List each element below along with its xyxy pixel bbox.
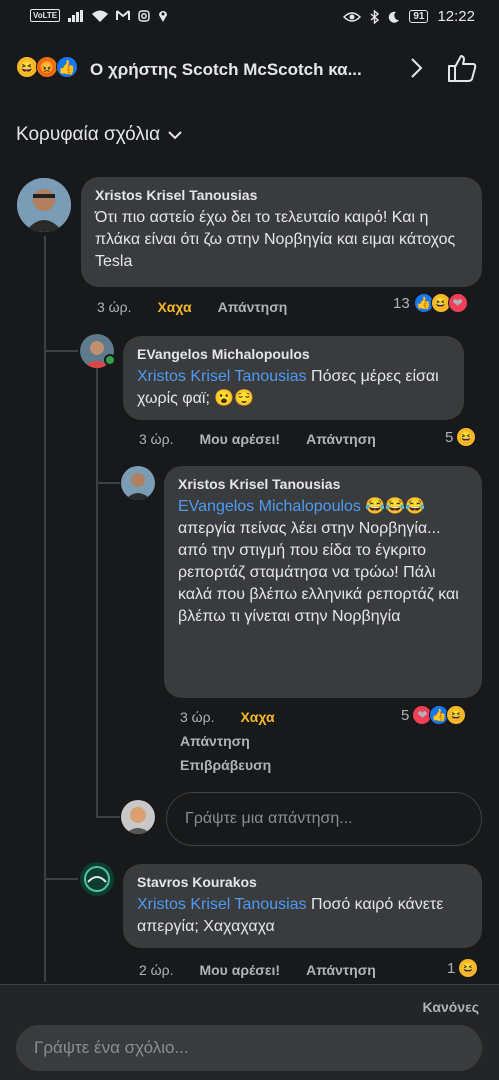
reply-button[interactable]: Απάντηση	[180, 733, 250, 749]
reaction-count: 13	[393, 294, 410, 312]
comment-time: 2 ώρ.	[139, 962, 174, 978]
reaction-button[interactable]: Χαχα	[240, 709, 274, 725]
angry-emoji-icon: 😡	[36, 56, 58, 78]
mention-link[interactable]: Xristos Krisel Tanousias	[137, 896, 307, 913]
comment-bubble[interactable]: Stavros Kourakos Xristos Krisel Tanousia…	[123, 864, 482, 948]
moon-icon	[389, 11, 400, 23]
haha-icon: 😆	[456, 427, 477, 447]
reply-button[interactable]: Απάντηση	[218, 299, 288, 315]
comment-bubble[interactable]: Xristos Krisel Tanousias EVangelos Micha…	[164, 466, 482, 698]
avatar[interactable]	[121, 466, 155, 500]
current-user-avatar	[121, 800, 155, 834]
comment-actions: 3 ώρ. Χαχα Απάντηση	[97, 299, 287, 315]
heart-icon: ❤	[447, 293, 468, 313]
reaction-count: 1	[447, 959, 456, 977]
comment-actions: 3 ώρ. Χαχα	[180, 709, 275, 725]
comment-input[interactable]: Γράψτε ένα σχόλιο...	[16, 1025, 482, 1071]
volte-indicator: VoLTE	[30, 9, 61, 22]
page-title[interactable]: Ο χρήστης Scotch McScotch κα...	[90, 60, 362, 80]
signal-icon	[68, 9, 84, 22]
reply-input[interactable]: Γράψτε μια απάντηση...	[166, 792, 482, 846]
mention-link[interactable]: Xristos Krisel Tanousias	[137, 368, 307, 385]
thread-line	[44, 236, 46, 982]
haha-icon: 😆	[446, 705, 467, 725]
comment-text: Ότι πιο αστείο έχω δει το τελευταίο καιρ…	[95, 209, 456, 270]
like-button[interactable]: Μου αρέσει!	[199, 431, 280, 447]
thread-branch	[96, 816, 120, 818]
sort-label: Κορυφαία σχόλια	[16, 124, 161, 145]
header-reactions: 😆 😡 👍	[16, 56, 78, 78]
thread-line	[96, 368, 98, 818]
comment-text: EVangelos Michalopoulos 😂😂😂 απεργία πείν…	[178, 498, 459, 625]
comment-bubble[interactable]: Xristos Krisel Tanousias Ότι πιο αστείο …	[81, 177, 482, 287]
avatar[interactable]	[80, 862, 114, 896]
comment-time: 3 ώρ.	[97, 299, 132, 315]
reply-button[interactable]: Απάντηση	[306, 962, 376, 978]
like-emoji-icon: 👍	[56, 56, 78, 78]
reaction-count: 5	[401, 706, 410, 724]
battery-indicator: 91	[409, 10, 429, 23]
bluetooth-icon	[370, 9, 380, 24]
reaction-summary[interactable]: 5 😆	[445, 427, 477, 447]
rules-link[interactable]: Κανόνες	[423, 999, 479, 1015]
mention-link[interactable]: EVangelos Michalopoulos	[178, 498, 361, 515]
comment-bubble[interactable]: EVangelos Michalopoulos Xristos Krisel T…	[123, 336, 464, 420]
comment-composer-bar: Κανόνες Γράψτε ένα σχόλιο...	[0, 984, 499, 1080]
thread-branch	[44, 350, 78, 352]
like-button[interactable]	[446, 52, 478, 84]
comment-sort-dropdown[interactable]: Κορυφαία σχόλια	[16, 124, 182, 146]
avatar[interactable]	[17, 178, 71, 232]
comment-text: Xristos Krisel Tanousias Πόσες μέρες είσ…	[137, 368, 439, 407]
eye-icon	[343, 11, 362, 22]
comment-author[interactable]: Stavros Kourakos	[137, 874, 468, 890]
comment-text: Xristos Krisel Tanousias Ποσό καιρό κάνε…	[137, 896, 444, 935]
thread-branch	[44, 878, 78, 880]
laughing-emoji-icon: 😆	[16, 56, 38, 78]
reaction-count: 5	[445, 428, 454, 446]
comment-author[interactable]: Xristos Krisel Tanousias	[178, 476, 468, 492]
reaction-summary[interactable]: 5 ❤ 👍 😆	[401, 705, 467, 725]
comment-time: 3 ώρ.	[180, 709, 215, 725]
gmail-icon	[116, 10, 131, 20]
reaction-summary[interactable]: 13 👍 😆 ❤	[393, 293, 468, 313]
clock: 12:22	[437, 8, 475, 25]
comment-time: 3 ώρ.	[139, 431, 174, 447]
chevron-down-icon	[168, 131, 182, 140]
reply-button[interactable]: Απάντηση	[306, 431, 376, 447]
wifi-icon	[92, 10, 109, 22]
thread-branch	[96, 482, 120, 484]
comment-actions: 2 ώρ. Μου αρέσει! Απάντηση	[139, 962, 376, 978]
like-button[interactable]: Μου αρέσει!	[199, 962, 280, 978]
comment-author[interactable]: Xristos Krisel Tanousias	[95, 187, 468, 203]
haha-icon: 😆	[458, 958, 479, 978]
online-status-dot	[104, 354, 116, 366]
status-bar: VoLTE 91 12:22	[0, 0, 499, 34]
chevron-right-icon[interactable]	[404, 56, 428, 80]
comment-author[interactable]: EVangelos Michalopoulos	[137, 346, 450, 362]
reaction-summary[interactable]: 1 😆	[447, 958, 479, 978]
reaction-button[interactable]: Χαχα	[157, 299, 191, 315]
location-icon	[159, 11, 168, 22]
award-button[interactable]: Επιβράβευση	[180, 757, 271, 773]
comment-actions: 3 ώρ. Μου αρέσει! Απάντηση	[139, 431, 376, 447]
instagram-icon	[138, 9, 150, 22]
